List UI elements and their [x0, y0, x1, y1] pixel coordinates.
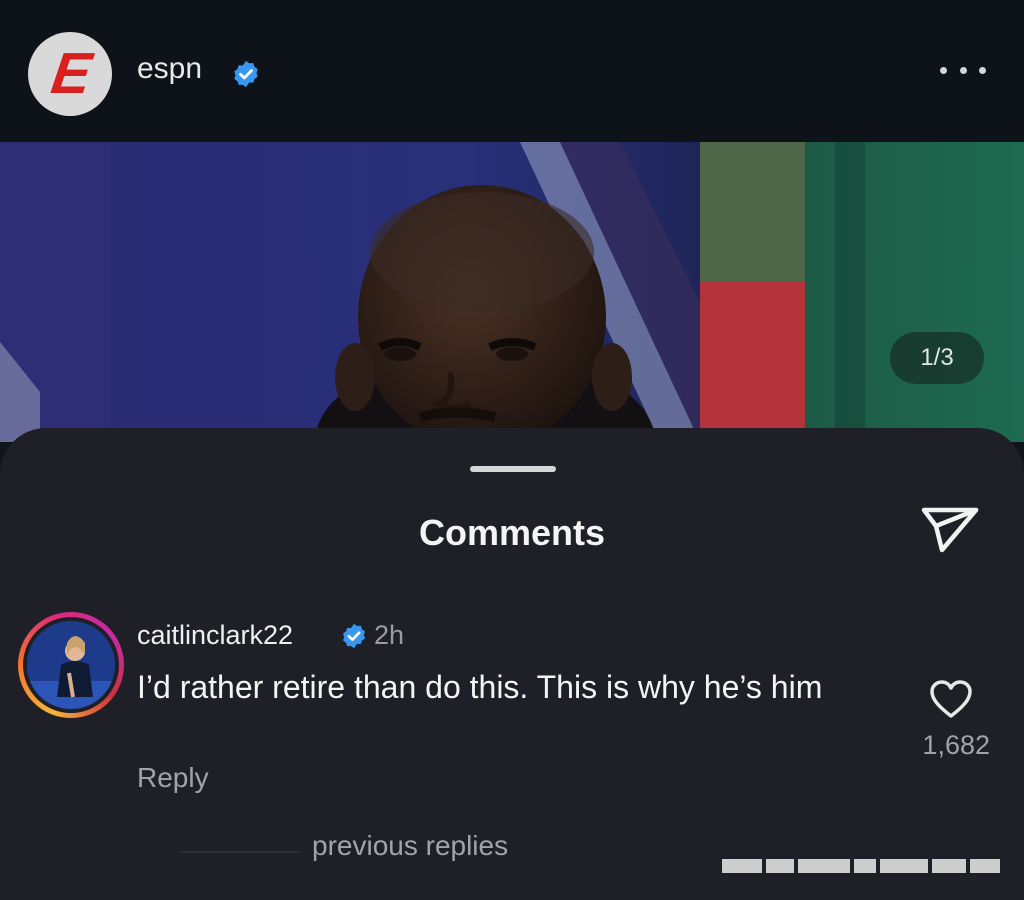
comment-item: caitlinclark22 2h I’d rather retire than… — [0, 608, 1024, 868]
post-photo-illustration — [0, 142, 1024, 442]
heart-icon[interactable] — [928, 678, 974, 720]
replies-divider — [180, 851, 300, 853]
carousel-page-indicator: 1/3 — [890, 332, 984, 384]
watermark-mark — [722, 854, 1002, 878]
more-options-icon[interactable] — [940, 62, 986, 78]
sheet-drag-handle[interactable] — [470, 466, 556, 472]
reply-button[interactable]: Reply — [137, 762, 209, 794]
commenter-avatar — [27, 621, 115, 709]
espn-logo-letter: E — [47, 41, 93, 106]
post-header: E espn — [0, 0, 1024, 142]
comment-timestamp: 2h — [374, 620, 405, 650]
verified-badge-icon — [343, 623, 365, 649]
comments-sheet: Comments caitlinclark22 2h I’d rather re… — [0, 428, 1024, 900]
story-ring[interactable] — [18, 612, 124, 718]
commenter-username[interactable]: caitlinclark22 — [137, 620, 293, 651]
view-previous-replies[interactable]: previous replies — [312, 830, 508, 862]
espn-avatar[interactable]: E — [28, 32, 112, 116]
post-image[interactable]: 1/3 — [0, 142, 1024, 442]
comment-text: I’d rather retire than do this. This is … — [137, 669, 823, 705]
verified-badge-icon — [234, 60, 258, 88]
instagram-post-screen: E espn 1/3 Comments caitlinclark22 2h I’… — [0, 0, 1024, 900]
send-share-icon[interactable] — [918, 504, 982, 556]
comments-title: Comments — [418, 512, 606, 553]
like-count: 1,682 — [922, 730, 990, 760]
post-account-name[interactable]: espn — [137, 52, 202, 86]
